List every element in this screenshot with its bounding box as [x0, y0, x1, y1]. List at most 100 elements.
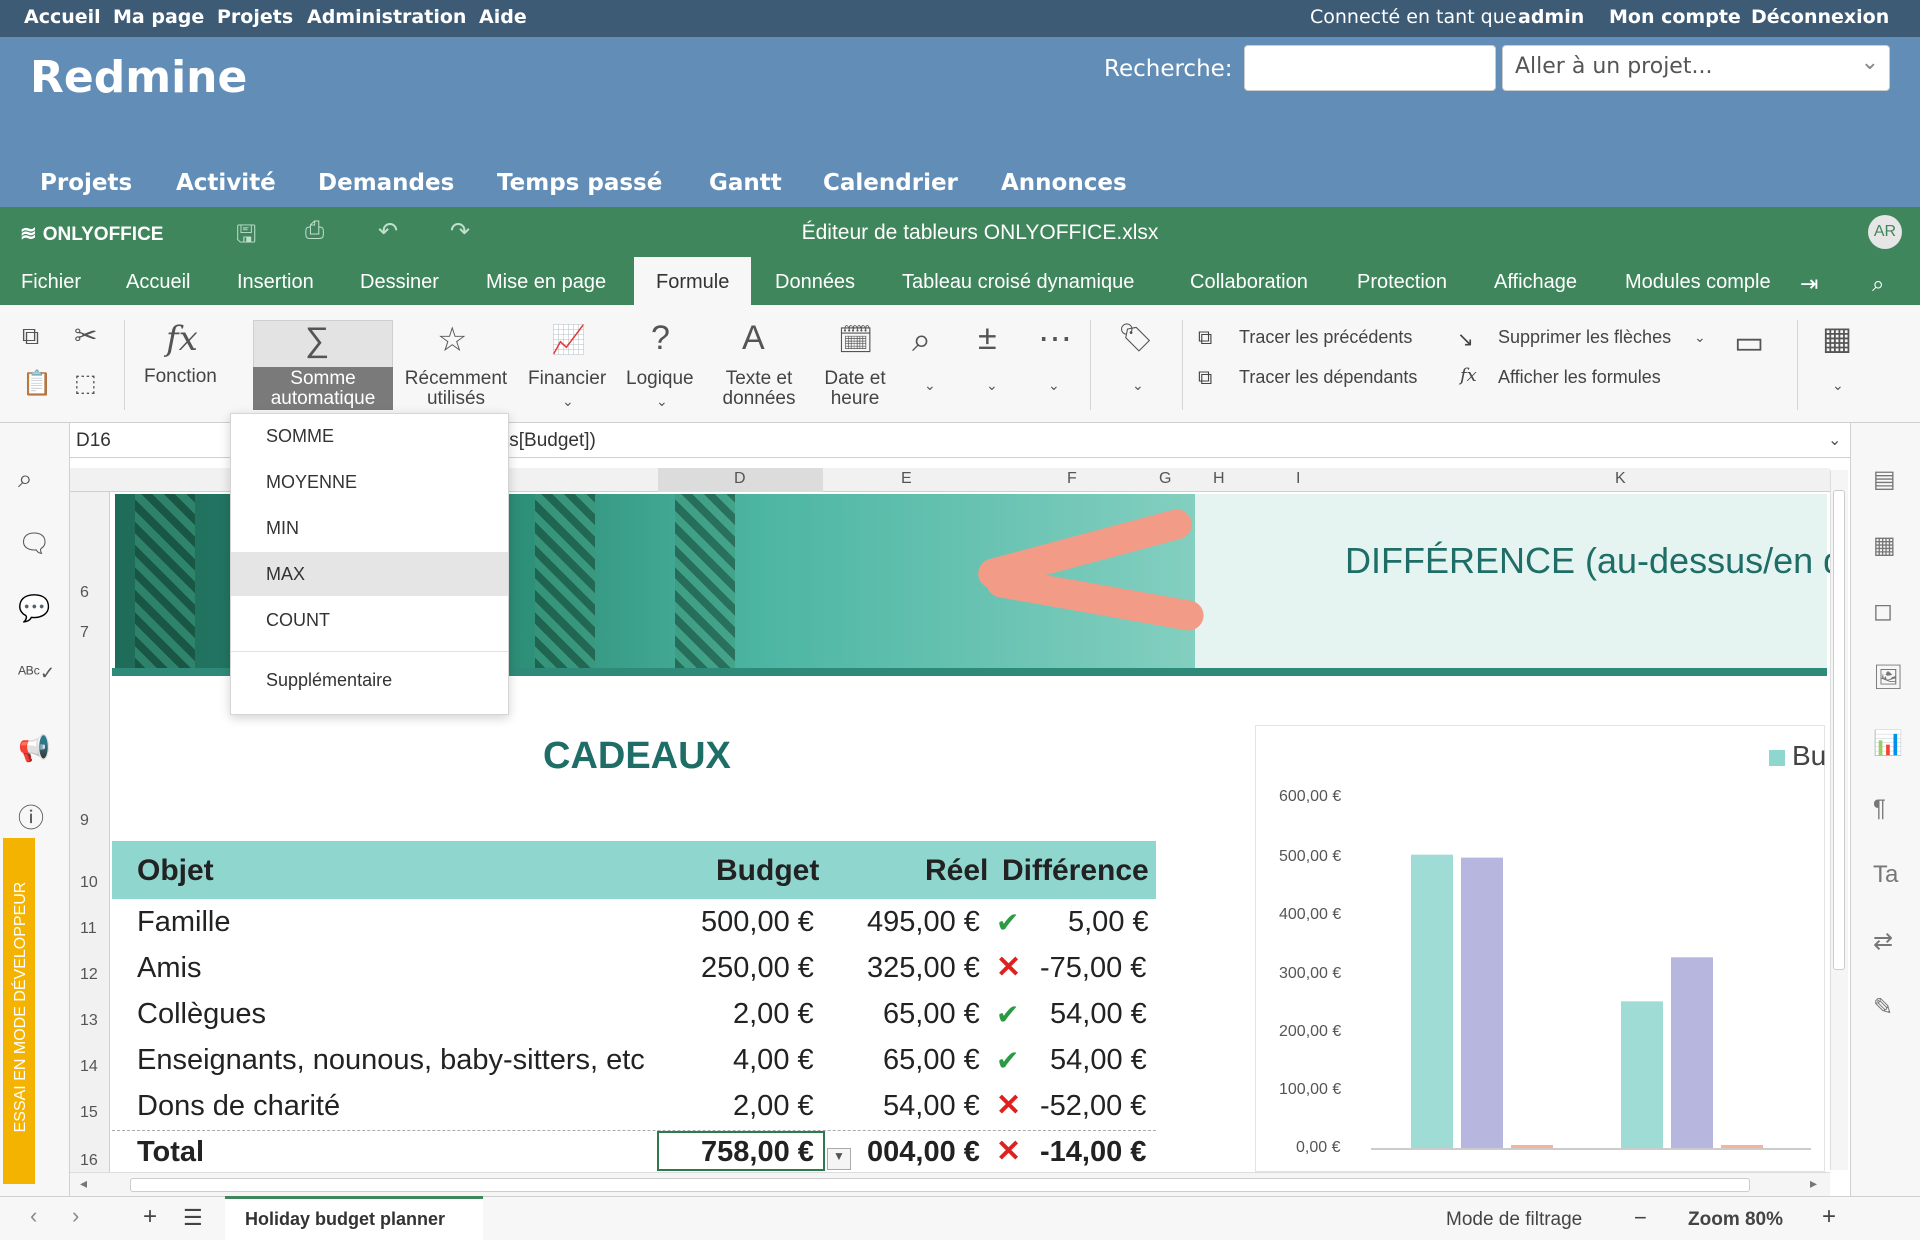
col-header-g[interactable]: G — [1159, 470, 1171, 488]
paste-icon[interactable]: 📋 — [22, 369, 52, 398]
tab-protection[interactable]: Protection — [1357, 271, 1447, 294]
row-header-13[interactable]: 13 — [80, 1012, 98, 1030]
cell-reference-box[interactable]: D16 — [76, 430, 111, 452]
date-button-l1[interactable]: Date et — [812, 369, 898, 389]
feedback-icon[interactable]: 📢 — [18, 733, 50, 764]
col-header-e[interactable]: E — [901, 470, 912, 488]
search-input[interactable] — [1244, 45, 1496, 91]
menu-item-annonces[interactable]: Annonces — [1001, 170, 1127, 196]
zoom-in-icon[interactable]: + — [1822, 1203, 1836, 1231]
filter-dropdown-icon[interactable]: ▼ — [827, 1148, 851, 1170]
cell-objet[interactable]: Dons de charité — [137, 1090, 340, 1123]
cell-reel[interactable]: 495,00 € — [867, 906, 980, 939]
logic-button[interactable]: Logique — [626, 369, 694, 389]
cell-objet-total[interactable]: Total — [137, 1136, 204, 1169]
tab-formule[interactable]: Formule — [634, 257, 752, 305]
show-formulas-button[interactable]: Afficher les formules — [1498, 367, 1661, 388]
row-header-10[interactable]: 10 — [80, 874, 98, 892]
sheet-tab[interactable]: Holiday budget planner — [225, 1196, 483, 1240]
horizontal-scrollbar[interactable]: ◂ ▸ — [70, 1172, 1830, 1196]
scroll-left-icon[interactable]: ◂ — [80, 1175, 87, 1192]
shape-settings-icon[interactable]: ◻ — [1873, 597, 1893, 626]
chat-icon[interactable]: 💬 — [18, 593, 50, 624]
tab-tableau-croise[interactable]: Tableau croisé dynamique — [902, 271, 1134, 294]
remove-arrows-button[interactable]: Supprimer les flèches — [1498, 327, 1671, 348]
cell-difference[interactable]: 54,00 € — [1050, 1044, 1147, 1077]
cell-objet[interactable]: Famille — [137, 906, 230, 939]
image-settings-icon[interactable]: 🖼 — [1873, 663, 1903, 692]
sheet-list-icon[interactable]: ☰ — [183, 1205, 203, 1231]
scroll-thumb[interactable] — [1833, 490, 1845, 970]
cell-difference-total[interactable]: -14,00 € — [1040, 1136, 1146, 1169]
cell-reel[interactable]: 54,00 € — [883, 1090, 980, 1123]
open-location-icon[interactable]: ⇥ — [1800, 271, 1818, 297]
signature-icon[interactable]: ✎ — [1873, 993, 1893, 1022]
named-range-icon[interactable]: 🏷 — [1118, 321, 1154, 354]
my-account-link[interactable]: Mon compte — [1609, 6, 1741, 28]
tab-mise-en-page[interactable]: Mise en page — [486, 271, 606, 294]
vertical-scrollbar[interactable] — [1830, 470, 1848, 1170]
menu-item-gantt[interactable]: Gantt — [709, 170, 782, 196]
tab-dessiner[interactable]: Dessiner — [360, 271, 439, 294]
zoom-out-icon[interactable]: − — [1634, 1205, 1647, 1231]
cell-difference[interactable]: 5,00 € — [1068, 906, 1149, 939]
scroll-thumb[interactable] — [130, 1178, 1750, 1192]
cell-settings-icon[interactable]: ▤ — [1873, 465, 1896, 494]
top-link-ma-page[interactable]: Ma page — [113, 6, 204, 28]
table-settings-icon[interactable]: ▦ — [1873, 531, 1896, 560]
cell-budget-total[interactable]: 758,00 € — [701, 1136, 814, 1169]
menu-item-temps-passe[interactable]: Temps passé — [497, 170, 662, 196]
cell-budget[interactable]: 4,00 € — [733, 1044, 814, 1077]
logged-user-link[interactable]: admin — [1518, 6, 1584, 28]
cell-budget[interactable]: 250,00 € — [701, 952, 814, 985]
row-header-7[interactable]: 7 — [80, 624, 89, 642]
cell-reel[interactable]: 325,00 € — [867, 952, 980, 985]
cell-budget[interactable]: 2,00 € — [733, 1090, 814, 1123]
col-header-k[interactable]: K — [1615, 470, 1626, 488]
trace-precedents-button[interactable]: Tracer les précédents — [1239, 327, 1412, 348]
cell-reel-total[interactable]: 004,00 € — [867, 1136, 980, 1169]
row-header-15[interactable]: 15 — [80, 1104, 98, 1122]
logout-link[interactable]: Déconnexion — [1751, 6, 1889, 28]
cell-objet[interactable]: Collègues — [137, 998, 266, 1031]
tab-accueil[interactable]: Accueil — [126, 271, 190, 294]
prev-sheet-icon[interactable]: ‹ — [30, 1203, 37, 1229]
tab-affichage[interactable]: Affichage — [1494, 271, 1577, 294]
top-link-administration[interactable]: Administration — [307, 6, 466, 28]
avatar[interactable]: AR — [1868, 215, 1902, 249]
menu-item-calendrier[interactable]: Calendrier — [823, 170, 958, 196]
row-header-9[interactable]: 9 — [80, 812, 89, 830]
chevron-down-icon[interactable]: ⌄ — [1828, 430, 1841, 450]
spellcheck-icon[interactable]: ᴬᴮᶜ✓ — [18, 663, 55, 684]
select-all-icon[interactable]: ⬚ — [74, 369, 97, 398]
lookup-icon[interactable]: ⌕ — [912, 321, 931, 360]
header-difference[interactable]: Différence — [1002, 854, 1149, 888]
row-header-12[interactable]: 12 — [80, 966, 98, 984]
menu-item-min[interactable]: MIN — [231, 506, 508, 550]
row-header-14[interactable]: 14 — [80, 1058, 98, 1076]
watch-window-icon[interactable]: ▭ — [1734, 323, 1764, 361]
col-header-d[interactable]: D — [734, 470, 746, 488]
tab-modules[interactable]: Modules comple — [1625, 271, 1773, 294]
text-data-button-l2[interactable]: données — [706, 389, 812, 409]
cell-budget[interactable]: 500,00 € — [701, 906, 814, 939]
cell-difference[interactable]: 54,00 € — [1050, 998, 1147, 1031]
function-icon[interactable]: fx — [166, 319, 198, 359]
info-icon[interactable]: ⓘ — [18, 798, 44, 835]
col-header-f[interactable]: F — [1067, 470, 1077, 488]
date-button-l2[interactable]: heure — [812, 389, 898, 409]
project-jump-select[interactable]: Aller à un projet... ⌄ — [1502, 45, 1890, 91]
top-link-projets[interactable]: Projets — [217, 6, 293, 28]
cell-reel[interactable]: 65,00 € — [883, 1044, 980, 1077]
top-link-aide[interactable]: Aide — [479, 6, 527, 28]
function-button[interactable]: Fonction — [144, 367, 217, 387]
budget-chart[interactable]: Bu 600,00 € 500,00 € 400,00 € 300,00 € 2… — [1255, 725, 1826, 1172]
next-sheet-icon[interactable]: › — [72, 1203, 79, 1229]
row-header-6[interactable]: 6 — [80, 584, 89, 602]
math-icon[interactable]: ± — [978, 319, 997, 358]
tab-donnees[interactable]: Données — [775, 271, 855, 294]
header-objet[interactable]: Objet — [137, 854, 214, 888]
chart-settings-icon[interactable]: 📊 — [1873, 729, 1903, 758]
paragraph-icon[interactable]: ¶ — [1873, 795, 1886, 823]
header-budget[interactable]: Budget — [716, 854, 819, 888]
